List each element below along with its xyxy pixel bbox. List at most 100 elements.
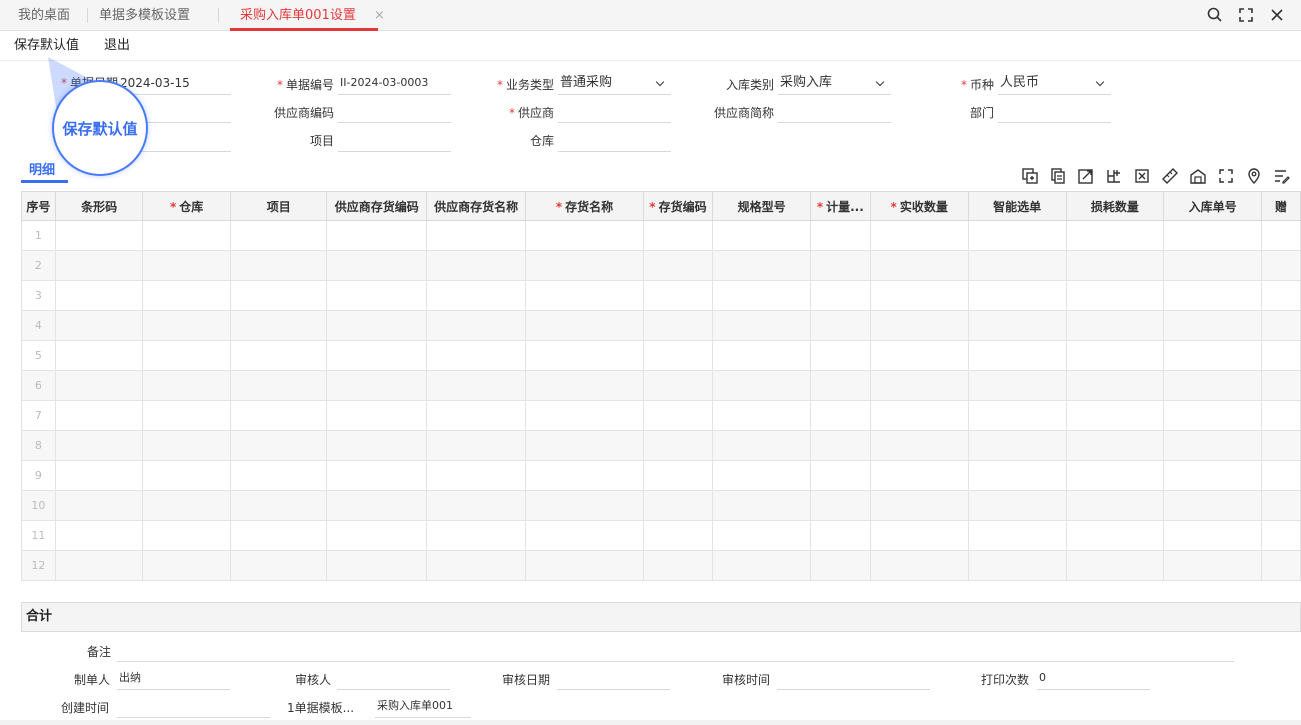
grid-cell[interactable] — [425, 520, 527, 551]
grid-col-header[interactable]: 入库单号 — [1163, 191, 1262, 221]
maker-field[interactable]: 出纳 — [117, 670, 230, 690]
grid-cell[interactable] — [712, 220, 811, 251]
grid-cell[interactable] — [229, 280, 328, 311]
grid-cell[interactable] — [1261, 460, 1301, 491]
grid-cell[interactable] — [1261, 250, 1301, 281]
grid-cell[interactable] — [712, 310, 811, 341]
grid-col-header[interactable]: 项目 — [229, 191, 328, 221]
grid-cell[interactable] — [1261, 280, 1301, 311]
grid-cell[interactable] — [54, 220, 144, 251]
template-field[interactable]: 采购入库单001 — [375, 698, 471, 718]
grid-cell[interactable] — [1163, 430, 1262, 461]
grid-cell[interactable] — [326, 490, 427, 521]
grid-cell[interactable] — [642, 400, 714, 431]
grid-cell[interactable] — [1261, 520, 1301, 551]
grid-cell[interactable] — [1163, 340, 1262, 371]
grid-cell[interactable] — [54, 280, 144, 311]
grid-cell[interactable] — [425, 340, 527, 371]
grid-cell[interactable] — [326, 400, 427, 431]
grid-cell[interactable] — [1065, 520, 1165, 551]
grid-cell[interactable] — [54, 340, 144, 371]
grid-cell[interactable] — [229, 250, 328, 281]
grid-col-header[interactable]: 供应商存货编码 — [326, 191, 427, 221]
grid-cell[interactable] — [967, 310, 1067, 341]
grid-cell[interactable] — [54, 310, 144, 341]
grid-cell[interactable] — [326, 310, 427, 341]
print-count-field[interactable]: 0 — [1037, 670, 1150, 690]
grid-cell[interactable] — [525, 400, 644, 431]
grid-cell[interactable] — [326, 520, 427, 551]
grid-cell[interactable] — [525, 370, 644, 401]
grid-cell[interactable] — [142, 340, 231, 371]
grid-cell[interactable] — [525, 340, 644, 371]
grid-cell[interactable] — [229, 220, 328, 251]
grid-cell[interactable] — [869, 340, 969, 371]
grid-cell[interactable] — [869, 220, 969, 251]
grid-cell[interactable] — [326, 460, 427, 491]
grid-col-header[interactable]: 规格型号 — [712, 191, 811, 221]
grid-cell[interactable] — [1065, 370, 1165, 401]
grid-cell[interactable] — [1065, 340, 1165, 371]
grid-cell[interactable] — [1261, 220, 1301, 251]
audit-date-field[interactable] — [557, 670, 670, 690]
grid-cell[interactable] — [967, 460, 1067, 491]
grid-cell[interactable] — [525, 280, 644, 311]
grid-cell[interactable] — [1065, 250, 1165, 281]
grid-cell[interactable] — [1065, 310, 1165, 341]
grid-cell[interactable] — [967, 490, 1067, 521]
grid-cell[interactable] — [229, 550, 328, 581]
grid-cell[interactable] — [326, 430, 427, 461]
grid-col-header[interactable]: * 存货名称 — [525, 191, 644, 221]
grid-cell[interactable] — [54, 250, 144, 281]
grid-cell[interactable] — [525, 490, 644, 521]
grid-cell[interactable] — [967, 430, 1067, 461]
grid-cell[interactable] — [810, 340, 871, 371]
grid-cell[interactable] — [1163, 520, 1262, 551]
grid-col-header[interactable]: * 实收数量 — [869, 191, 969, 221]
grid-cell[interactable] — [712, 550, 811, 581]
grid-cell[interactable] — [712, 400, 811, 431]
grid-cell[interactable] — [54, 430, 144, 461]
grid-cell[interactable] — [642, 250, 714, 281]
grid-cell[interactable] — [869, 550, 969, 581]
grid-cell[interactable] — [642, 430, 714, 461]
grid-cell[interactable] — [142, 310, 231, 341]
grid-cell[interactable] — [869, 430, 969, 461]
grid-cell[interactable] — [1261, 370, 1301, 401]
grid-cell[interactable] — [810, 370, 871, 401]
grid-cell[interactable] — [642, 220, 714, 251]
grid-cell[interactable] — [967, 550, 1067, 581]
grid-cell[interactable] — [810, 250, 871, 281]
grid-cell[interactable] — [869, 250, 969, 281]
grid-cell[interactable] — [229, 490, 328, 521]
grid-cell[interactable] — [810, 460, 871, 491]
grid-cell[interactable] — [425, 550, 527, 581]
grid-cell[interactable] — [142, 460, 231, 491]
grid-cell[interactable] — [54, 550, 144, 581]
grid-cell[interactable] — [1163, 550, 1262, 581]
grid-cell[interactable] — [425, 310, 527, 341]
grid-col-header[interactable]: * 仓库 — [142, 191, 231, 221]
grid-cell[interactable] — [967, 220, 1067, 251]
grid-cell[interactable] — [142, 490, 231, 521]
grid-cell[interactable] — [425, 280, 527, 311]
grid-cell[interactable] — [142, 280, 231, 311]
grid-cell[interactable] — [425, 220, 527, 251]
grid-cell[interactable] — [967, 280, 1067, 311]
grid-cell[interactable] — [712, 520, 811, 551]
grid-cell[interactable] — [525, 430, 644, 461]
grid-cell[interactable] — [525, 550, 644, 581]
grid-cell[interactable] — [525, 220, 644, 251]
grid-col-header[interactable]: 条形码 — [54, 191, 144, 221]
grid-cell[interactable] — [1065, 280, 1165, 311]
grid-cell[interactable] — [642, 460, 714, 491]
grid-cell[interactable] — [525, 250, 644, 281]
grid-cell[interactable] — [229, 460, 328, 491]
grid-cell[interactable] — [326, 340, 427, 371]
grid-cell[interactable] — [142, 550, 231, 581]
grid-cell[interactable] — [142, 220, 231, 251]
grid-cell[interactable] — [525, 310, 644, 341]
grid-col-header[interactable]: 供应商存货名称 — [425, 191, 527, 221]
grid-cell[interactable] — [229, 430, 328, 461]
grid-cell[interactable] — [142, 430, 231, 461]
